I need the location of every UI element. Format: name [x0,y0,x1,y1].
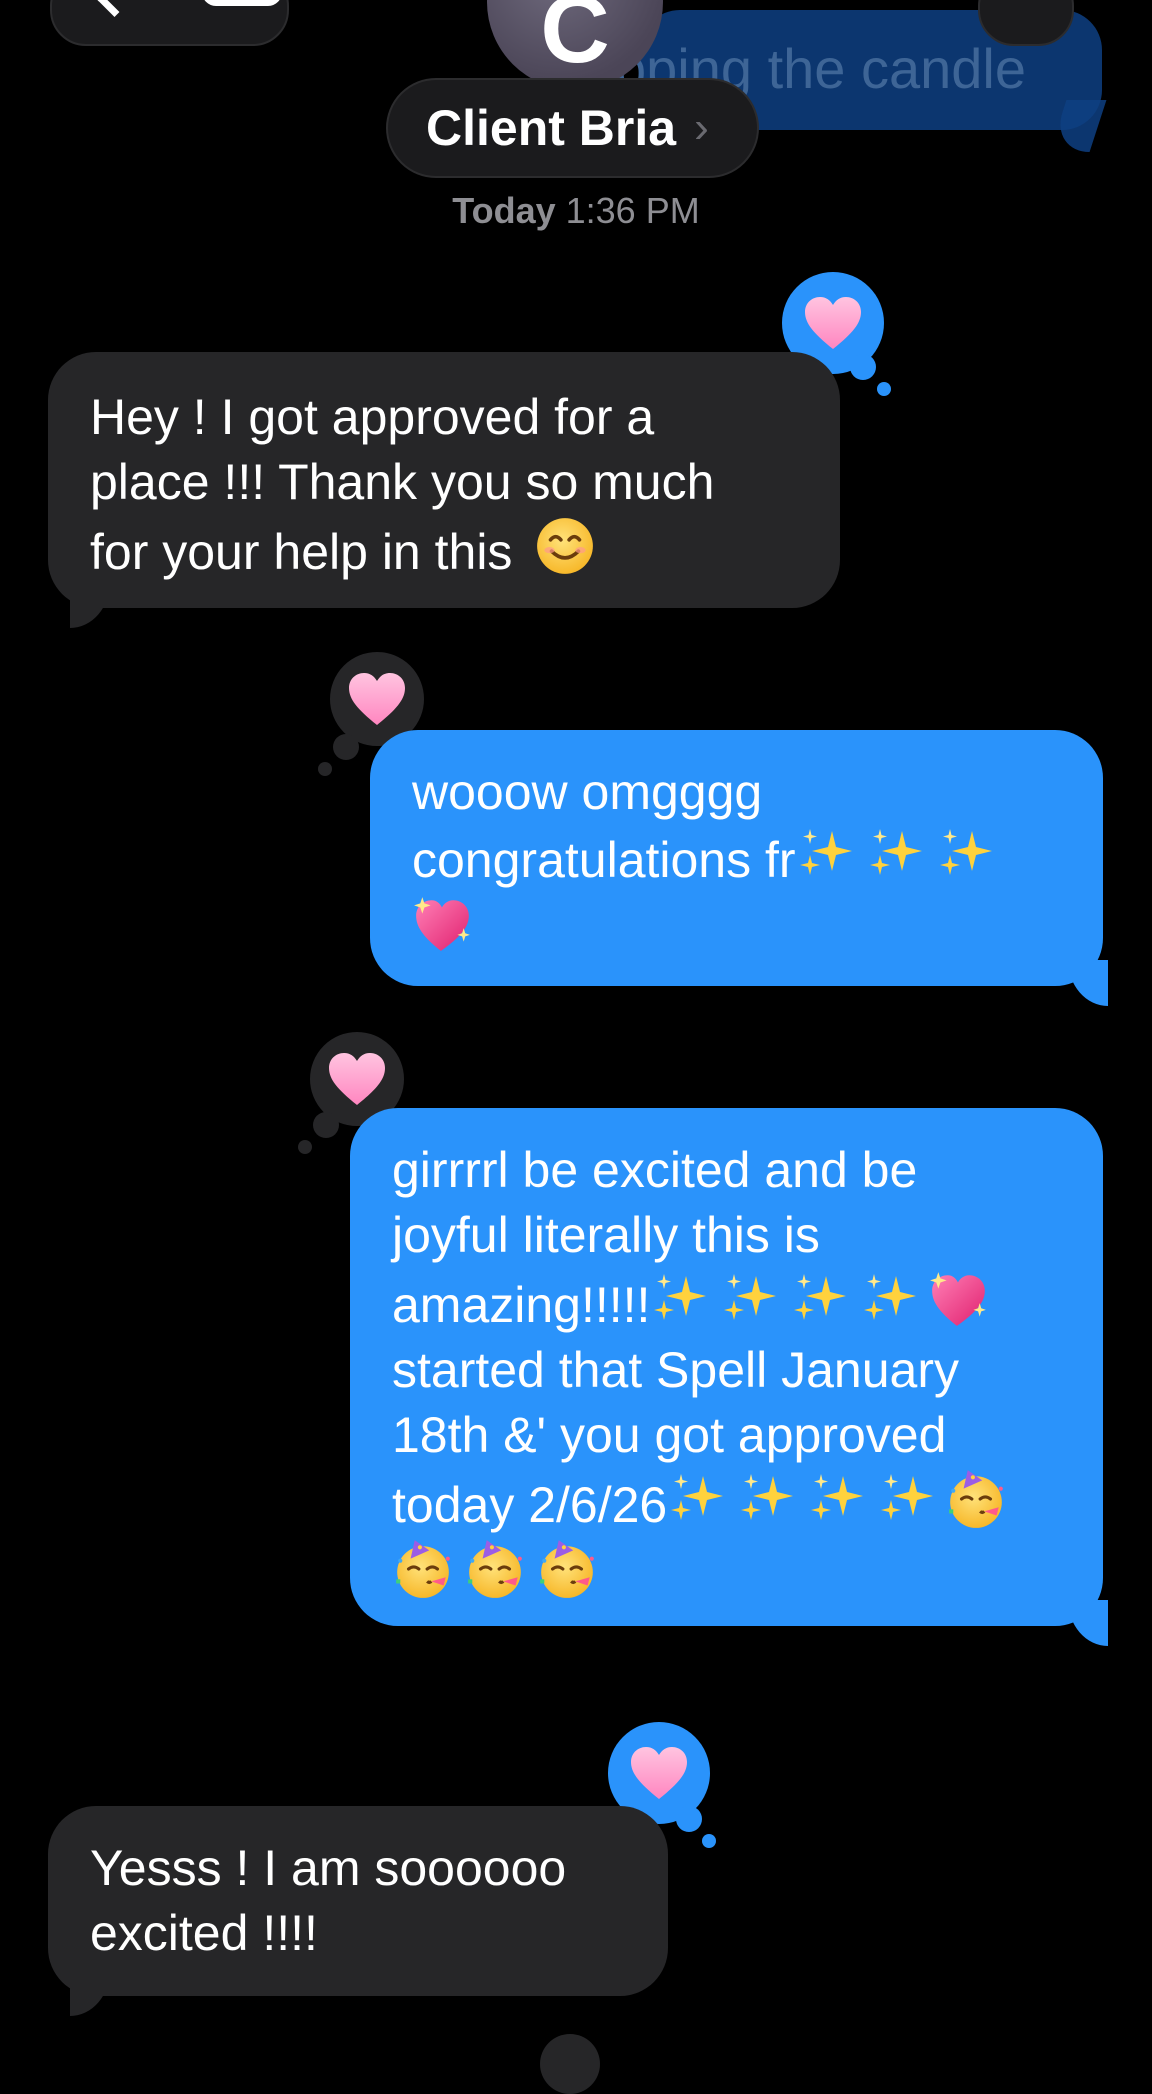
chevron-right-icon: › [694,103,709,152]
avatar-initial: C [540,0,610,83]
sparkles-emoji [877,1470,937,1530]
partying-face-emoji [536,1538,598,1600]
reaction-tail-dot [702,1834,716,1848]
reaction-tail-dot [313,1112,339,1138]
partying-face-emoji [464,1538,526,1600]
bubble-tail [1068,960,1108,1006]
sparkles-emoji [866,825,926,885]
sparkling-heart-emoji [928,1268,990,1330]
sparkles-emoji [737,1470,797,1530]
message-line: joyful literally this is [392,1207,820,1263]
sparkles-emoji [796,825,856,885]
message-line: wooow omgggg [412,764,763,820]
sparkling-heart-emoji [412,893,474,955]
bubble-tail [70,582,110,628]
message-line [392,1538,1061,1608]
partying-face-emoji [945,1468,1007,1530]
outgoing-message-bubble[interactable]: wooow omgggg congratulations fr [370,730,1103,986]
partying-face-emoji [392,1538,454,1600]
heart-icon [629,1745,689,1801]
timestamp-time: 1:36 PM [565,190,700,231]
sparkles-emoji [860,1270,920,1330]
message-text: today 2/6/26 [392,1477,668,1533]
reaction-tail-dot [676,1806,702,1832]
reaction-tail-dot [318,762,332,776]
next-reaction-badge [540,2034,600,2094]
incoming-message-bubble[interactable]: Hey ! I got approved for a place !!! Tha… [48,352,840,608]
message-line: congratulations fr [412,825,1061,893]
message-line: 18th &' you got approved [392,1407,947,1463]
smiling-face-emoji [534,515,596,577]
sparkles-emoji [667,1470,727,1530]
message-line: girrrrl be excited and be [392,1142,918,1198]
timestamp-day: Today [452,190,556,231]
sparkles-emoji [807,1470,867,1530]
back-chevron-icon [93,0,136,18]
heart-icon [327,1051,387,1107]
reaction-tail-dot [877,382,891,396]
contact-name-button[interactable]: Client Bria › [386,78,759,178]
message-text: amazing!!!!! [392,1277,651,1333]
bubble-tail [70,1970,110,2016]
reaction-tail-dot [850,354,876,380]
message-line [412,893,1061,963]
sparkles-emoji [790,1270,850,1330]
heart-icon [803,295,863,351]
back-button[interactable] [50,0,289,46]
incoming-message-bubble[interactable]: Yesss ! I am soooooo excited !!!! [48,1806,668,1996]
message-line: started that Spell January [392,1342,959,1398]
message-text: congratulations fr [412,832,796,888]
reaction-tail-dot [333,734,359,760]
message-line: amazing!!!!! [392,1268,1061,1338]
message-line: today 2/6/26 [392,1468,1061,1538]
sparkles-emoji [720,1270,780,1330]
bubble-tail [1068,1600,1108,1646]
unread-count-badge [202,0,282,6]
message-text: Yesss ! I am soooooo excited !!!! [90,1840,567,1961]
message-timestamp: Today 1:36 PM [0,190,1152,232]
outgoing-message-bubble[interactable]: girrrrl be excited and be joyful literal… [350,1108,1103,1626]
heart-icon [347,671,407,727]
reaction-tail-dot [298,1140,312,1154]
sparkles-emoji [650,1270,710,1330]
contact-name: Client Bria [426,100,677,156]
sparkles-emoji [936,825,996,885]
message-text: Hey ! I got approved for a place !!! Tha… [90,389,715,580]
